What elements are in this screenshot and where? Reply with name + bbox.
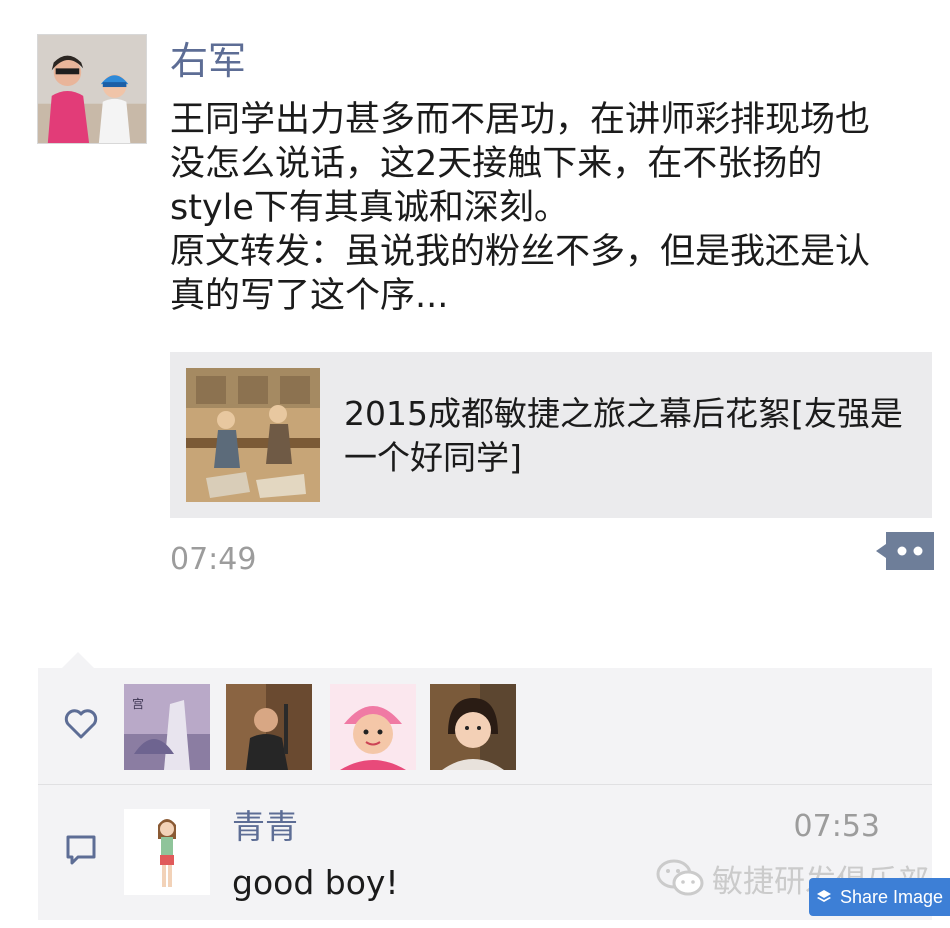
share-image-button[interactable]: Share Image bbox=[809, 878, 950, 916]
wechat-icon bbox=[656, 859, 704, 896]
poster-avatar-image bbox=[38, 35, 146, 143]
poster-name[interactable]: 右军 bbox=[170, 38, 246, 84]
likes-row: 宫 bbox=[38, 668, 932, 784]
link-title: 2015成都敏捷之旅之幕后花絮[友强是一个好同学] bbox=[344, 394, 903, 477]
liker-avatar[interactable] bbox=[330, 684, 416, 770]
comment-time: 07:53 bbox=[793, 809, 880, 844]
moment-post: 右军 王同学出力甚多而不居功，在讲师彩排现场也 没怎么说话，这2天接触下来，在不… bbox=[0, 0, 950, 928]
commenter-avatar[interactable] bbox=[124, 809, 210, 895]
interaction-pointer bbox=[62, 652, 94, 668]
more-icon bbox=[876, 532, 934, 570]
liker-avatar[interactable] bbox=[430, 684, 516, 770]
comment-options-button[interactable] bbox=[876, 532, 934, 570]
layers-icon bbox=[816, 890, 831, 902]
poster-avatar[interactable] bbox=[37, 34, 147, 144]
comment-text: good boy! bbox=[232, 863, 399, 902]
heart-icon bbox=[64, 709, 98, 739]
commenter-name[interactable]: 青青 bbox=[232, 805, 298, 849]
shared-link-card[interactable]: 2015成都敏捷之旅之幕后花絮[友强是一个好同学] bbox=[170, 352, 932, 518]
svg-text:宫: 宫 bbox=[132, 696, 144, 711]
post-timestamp: 07:49 bbox=[170, 542, 257, 577]
comment-icon bbox=[66, 835, 96, 865]
post-text: 王同学出力甚多而不居功，在讲师彩排现场也 没怎么说话，这2天接触下来，在不张扬的… bbox=[170, 100, 871, 316]
liker-avatar[interactable] bbox=[226, 684, 312, 770]
liker-avatar[interactable]: 宫 bbox=[124, 684, 210, 770]
share-image-label: Share Image bbox=[839, 886, 944, 907]
link-thumbnail bbox=[186, 368, 320, 502]
